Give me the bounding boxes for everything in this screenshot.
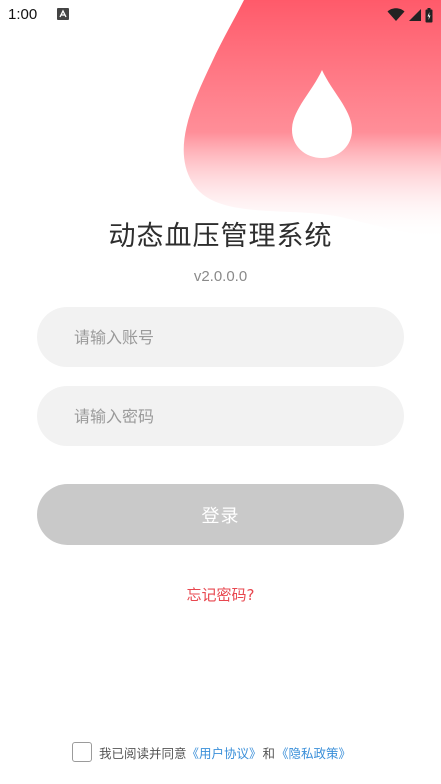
- forgot-password-link[interactable]: 忘记密码?: [0, 584, 441, 605]
- wifi-icon: [387, 8, 405, 21]
- user-agreement-link[interactable]: 《用户协议》: [187, 743, 262, 762]
- android-debug-icon: [57, 8, 69, 20]
- password-input[interactable]: [37, 386, 404, 446]
- privacy-policy-link[interactable]: 《隐私政策》: [276, 743, 351, 762]
- agreement-separator: 和: [262, 745, 276, 761]
- status-time: 1:00: [8, 6, 38, 23]
- status-bar: 1:00: [0, 0, 441, 30]
- cell-signal-icon: [409, 9, 421, 21]
- agreement-row: 我已阅读并同意 《用户协议》 和 《隐私政策》: [72, 741, 351, 763]
- agreement-checkbox[interactable]: [72, 742, 92, 762]
- account-input[interactable]: [37, 307, 404, 367]
- battery-icon: [425, 7, 433, 22]
- agreement-prefix: 我已阅读并同意: [99, 745, 187, 761]
- app-version: v2.0.0.0: [193, 268, 248, 285]
- login-screen: 1:00 动态血压管理系统 v2.0.0.0 登录 忘记密码?: [0, 0, 441, 784]
- app-title: 动态血压管理系统: [108, 221, 333, 252]
- status-icons: [387, 6, 433, 24]
- login-button[interactable]: 登录: [37, 484, 404, 545]
